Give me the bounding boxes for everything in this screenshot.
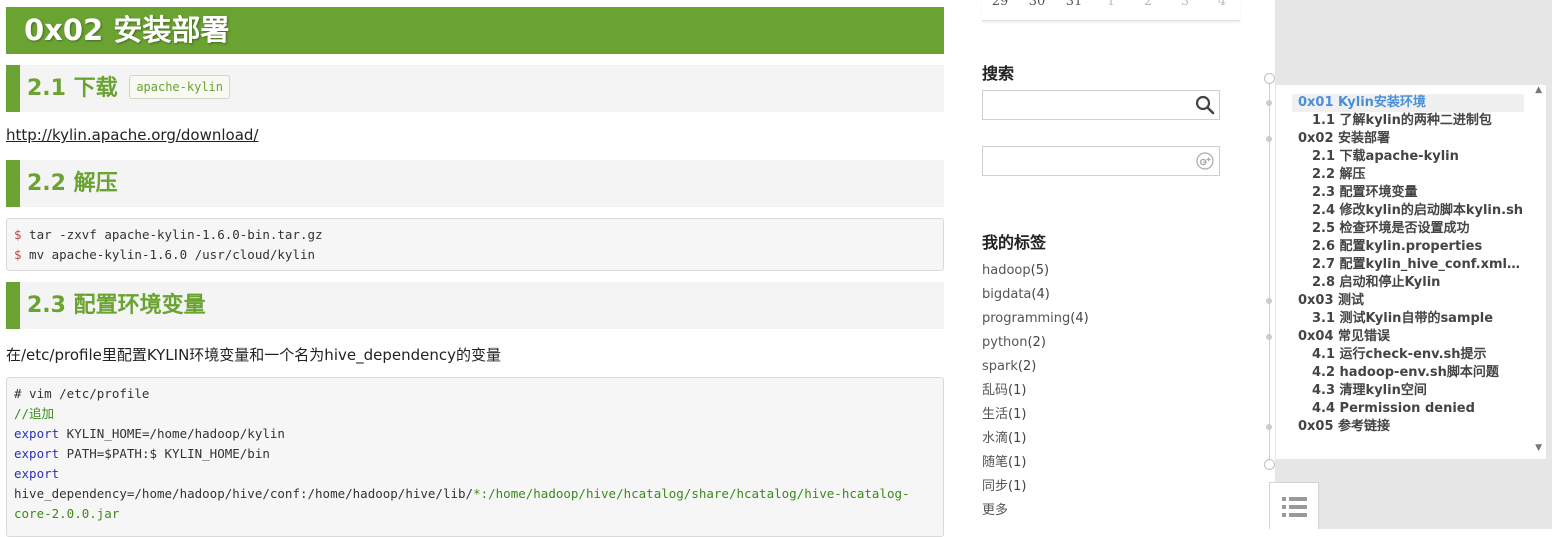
tag-link[interactable]: spark(2) — [982, 358, 1222, 382]
toc-item-subsection[interactable]: 2.7 配置kylin_hive_conf.xml和kylin_job_conf… — [1312, 256, 1526, 274]
tag-link[interactable]: 生活(1) — [982, 406, 1222, 430]
google-search-input[interactable] — [986, 148, 1190, 176]
article-content: 0x02 安装部署 2.1 下载 apache-kylin http://kyl… — [0, 0, 960, 537]
tag-list: hadoop(5) bigdata(4) programming(4) pyth… — [982, 262, 1222, 526]
code-line: $ tar -zxvf apache-kylin-1.6.0-bin.tar.g… — [14, 227, 323, 242]
calendar-widget: 29 30 31 1 2 3 4 — [982, 0, 1240, 21]
code-keyword: export — [14, 466, 60, 481]
code-line: export KYLIN_HOME=/home/hadoop/kylin — [14, 426, 285, 441]
toc-bullet-icon — [1266, 298, 1272, 304]
calendar-day[interactable]: 2 — [1130, 0, 1166, 9]
toc-item-subsection[interactable]: 2.6 配置kylin.properties — [1312, 238, 1526, 256]
calendar-day[interactable]: 1 — [1093, 0, 1129, 9]
table-of-contents: ▲ ▼ 0x01 Kylin安装环境 1.1 了解kylin的两种二进制包 0x02… — [1266, 85, 1546, 459]
toc-item-section[interactable]: 0x05 参考链接 — [1298, 418, 1524, 436]
tag-link[interactable]: python(2) — [982, 334, 1222, 358]
toc-item-subsection[interactable]: 4.4 Permission denied — [1312, 400, 1526, 418]
toc-rail-bottom-cap — [1264, 459, 1275, 470]
code-line: $ mv apache-kylin-1.6.0 /usr/cloud/kylin — [14, 247, 316, 262]
env-description: 在/etc/profile里配置KYLIN环境变量和一个名为hive_depen… — [6, 346, 501, 364]
toc-item-subsection[interactable]: 2.8 启动和停止Kylin — [1312, 274, 1526, 292]
calendar-day[interactable]: 4 — [1204, 0, 1240, 9]
tag-link[interactable]: 水滴(1) — [982, 430, 1222, 454]
code-line: export PATH=$PATH:$ KYLIN_HOME/bin — [14, 446, 270, 461]
calendar-day[interactable]: 30 — [1019, 0, 1055, 9]
download-link[interactable]: http://kylin.apache.org/download/ — [6, 126, 259, 144]
toc-item-subsection[interactable]: 4.2 hadoop-env.sh脚本问题 — [1312, 364, 1526, 382]
toc-item-section[interactable]: 0x03 测试 — [1298, 292, 1524, 310]
toc-bullet-icon — [1266, 424, 1272, 430]
toc-item-subsection[interactable]: 2.4 修改kylin的启动脚本kylin.sh — [1312, 202, 1526, 220]
tag-link[interactable]: 同步(1) — [982, 478, 1222, 502]
tag-link[interactable]: programming(4) — [982, 310, 1222, 334]
scroll-up-icon[interactable]: ▲ — [1535, 85, 1542, 95]
toc-item-subsection[interactable]: 2.3 配置环境变量 — [1312, 184, 1526, 202]
search-icon[interactable] — [1195, 95, 1215, 119]
code-comment: //追加 — [14, 406, 55, 421]
toc-item-section[interactable]: 0x04 常见错误 — [1298, 328, 1524, 346]
inline-code-tag: apache-kylin — [129, 75, 231, 99]
toc-rail — [1269, 74, 1270, 466]
toc-item-subsection[interactable]: 3.1 测试Kylin自带的sample — [1312, 310, 1526, 328]
tag-link[interactable]: 乱码(1) — [982, 382, 1222, 406]
toc-bullet-icon — [1266, 334, 1272, 340]
search-title: 搜索 — [982, 64, 1015, 83]
google-icon[interactable] — [1195, 151, 1215, 175]
section-heading-unzip: 2.2 解压 — [6, 160, 944, 207]
search-box — [982, 90, 1220, 120]
download-paragraph: http://kylin.apache.org/download/ — [6, 126, 259, 144]
toc-item-subsection[interactable]: 2.2 解压 — [1312, 166, 1526, 184]
code-line: # vim /etc/profile — [14, 386, 150, 401]
toc-item-subsection[interactable]: 2.5 检查环境是否设置成功 — [1312, 220, 1526, 238]
toc-bullet-icon — [1266, 100, 1272, 106]
tag-link[interactable]: 随笔(1) — [982, 454, 1222, 478]
list-icon — [1282, 497, 1307, 517]
tag-link[interactable]: bigdata(4) — [982, 286, 1222, 310]
code-block-unzip: $ tar -zxvf apache-kylin-1.6.0-bin.tar.g… — [6, 218, 944, 271]
toc-item-section[interactable]: 0x01 Kylin安装环境 — [1292, 94, 1524, 112]
toc-item-subsection[interactable]: 4.1 运行check-env.sh提示 — [1312, 346, 1526, 364]
search-input[interactable] — [986, 92, 1190, 120]
tags-title: 我的标签 — [982, 233, 1047, 252]
toc-item-section[interactable]: 0x02 安装部署 — [1298, 130, 1524, 148]
section-heading-download: 2.1 下载 apache-kylin — [6, 65, 944, 112]
scroll-down-icon[interactable]: ▼ — [1535, 443, 1542, 453]
code-block-env: # vim /etc/profile //追加 export KYLIN_HOME=… — [6, 377, 944, 537]
section-heading-env: 2.3 配置环境变量 — [6, 282, 944, 329]
toc-item-subsection[interactable]: 4.3 清理kylin空间 — [1312, 382, 1526, 400]
section-title: 2.1 下载 — [27, 76, 118, 101]
calendar-day[interactable]: 3 — [1167, 0, 1203, 9]
toc-bullet-icon — [1266, 136, 1272, 142]
calendar-day[interactable]: 29 — [982, 0, 1018, 9]
tag-link[interactable]: hadoop(5) — [982, 262, 1222, 286]
toc-item-subsection[interactable]: 1.1 了解kylin的两种二进制包 — [1312, 112, 1526, 130]
toc-rail-top-cap — [1264, 73, 1275, 84]
more-tags-link[interactable]: 更多 — [982, 502, 1222, 526]
toc-toggle-button[interactable] — [1269, 482, 1319, 529]
toc-item-subsection[interactable]: 2.1 下载apache-kylin — [1312, 148, 1526, 166]
section-heading-0x02: 0x02 安装部署 — [6, 7, 944, 54]
google-search-box — [982, 146, 1220, 176]
calendar-day[interactable]: 31 — [1056, 0, 1092, 9]
code-line: hive_dependency=/home/hadoop/hive/conf:/… — [14, 486, 910, 521]
